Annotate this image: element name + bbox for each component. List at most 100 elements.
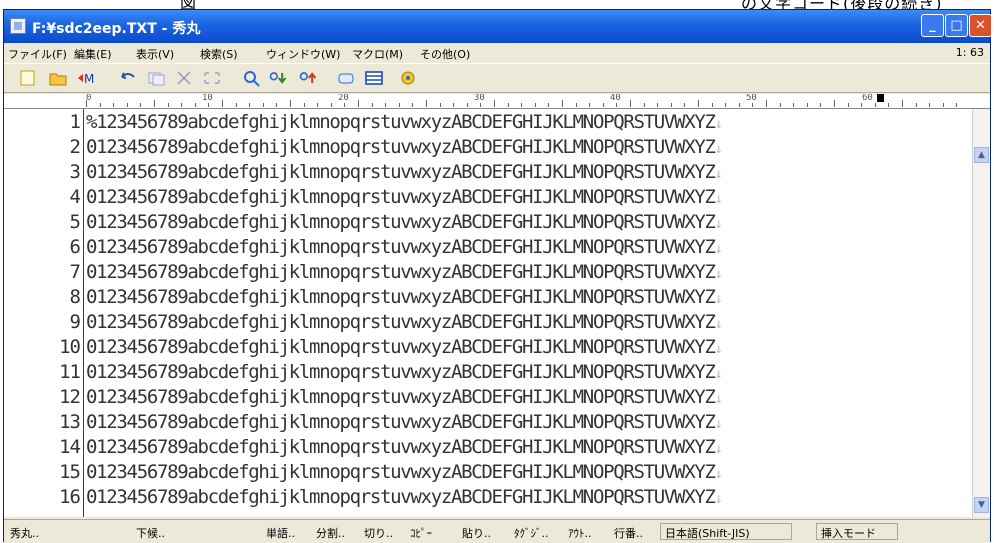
status-tagjump[interactable]: ﾀｸﾞｼﾞ..: [514, 525, 549, 541]
menu-edit[interactable]: 編集(E): [74, 46, 112, 62]
svg-text:M: M: [84, 72, 94, 86]
text-area[interactable]: 1 %123456789abcdefghijklmnopqrstuvwxyzABC…: [4, 109, 972, 517]
title-bar[interactable]: F:¥sdc2eep.TXT - 秀丸 _ □ ✕: [4, 10, 992, 43]
new-file-icon[interactable]: [18, 69, 38, 87]
text-line[interactable]: 8 0123456789abcdefghijklmnopqrstuvwxyzABC…: [4, 287, 964, 307]
ruler-tick: [330, 103, 332, 107]
ruler-tick: [290, 100, 291, 107]
line-text[interactable]: 0123456789abcdefghijklmnopqrstuvwxyzABCD…: [86, 212, 723, 234]
menu-other[interactable]: その他(O): [420, 46, 470, 62]
ruler-tick: [602, 103, 604, 107]
line-content: %123456789abcdefghijklmnopqrstuvwxyzABCD…: [86, 111, 716, 133]
line-text[interactable]: 0123456789abcdefghijklmnopqrstuvwxyzABCD…: [86, 362, 723, 384]
line-text[interactable]: 0123456789abcdefghijklmnopqrstuvwxyzABCD…: [86, 337, 723, 359]
text-line[interactable]: 10 0123456789abcdefghijklmnopqrstuvwxyzAB…: [4, 337, 964, 357]
menu-search[interactable]: 検索(S): [200, 46, 238, 62]
line-number: 11: [59, 361, 81, 383]
end-of-line-mark: ↓: [714, 341, 723, 357]
line-text[interactable]: 0123456789abcdefghijklmnopqrstuvwxyzABCD…: [86, 437, 723, 459]
line-text[interactable]: 0123456789abcdefghijklmnopqrstuvwxyzABCD…: [86, 412, 723, 434]
ruler-tick: [371, 103, 373, 107]
ruler-tick: [222, 100, 223, 107]
text-line[interactable]: 16 0123456789abcdefghijklmnopqrstuvwxyzAB…: [4, 487, 964, 507]
status-line-number[interactable]: 行番..: [614, 525, 643, 541]
line-text[interactable]: 0123456789abcdefghijklmnopqrstuvwxyzABCD…: [86, 287, 723, 309]
text-line[interactable]: 12 0123456789abcdefghijklmnopqrstuvwxyzAB…: [4, 387, 964, 407]
ruler-tick: [235, 103, 237, 107]
app-icon[interactable]: [10, 18, 26, 34]
scroll-up-arrow-icon[interactable]: ▲: [974, 147, 989, 163]
ruler-tick: [670, 103, 672, 107]
text-line[interactable]: 5 0123456789abcdefghijklmnopqrstuvwxyzABC…: [4, 212, 964, 232]
encoding-indicator[interactable]: 日本語(Shift-JIS): [660, 523, 792, 540]
ruler-tick: [140, 103, 142, 107]
status-candidate[interactable]: 下候..: [136, 525, 165, 541]
window-title: F:¥sdc2eep.TXT - 秀丸: [32, 21, 201, 37]
copy-icon[interactable]: [146, 69, 166, 87]
status-split[interactable]: 分割..: [316, 525, 345, 541]
close-button[interactable]: ✕: [969, 14, 992, 37]
status-paste[interactable]: 貼り..: [462, 525, 491, 541]
status-outline[interactable]: ｱｳﾄ..: [568, 525, 592, 541]
paste-icon[interactable]: [202, 69, 222, 87]
find-down-icon[interactable]: [268, 69, 288, 87]
minimize-button[interactable]: _: [921, 14, 944, 37]
status-cut[interactable]: 切り..: [364, 525, 393, 541]
save-icon[interactable]: M: [76, 69, 96, 87]
cut-icon[interactable]: [174, 69, 194, 87]
find-icon[interactable]: [242, 69, 262, 87]
line-text[interactable]: 0123456789abcdefghijklmnopqrstuvwxyzABCD…: [86, 386, 723, 409]
text-line[interactable]: 3 0123456789abcdefghijklmnopqrstuvwxyzABC…: [4, 162, 964, 182]
line-content: 0123456789abcdefghijklmnopqrstuvwxyzABCD…: [86, 386, 716, 408]
maximize-button[interactable]: □: [945, 14, 968, 37]
line-text[interactable]: %123456789abcdefghijklmnopqrstuvwxyzABCD…: [86, 111, 723, 134]
line-text[interactable]: 0123456789abcdefghijklmnopqrstuvwxyzABCD…: [86, 237, 723, 259]
line-text[interactable]: 0123456789abcdefghijklmnopqrstuvwxyzABCD…: [86, 137, 723, 159]
text-line[interactable]: 4 0123456789abcdefghijklmnopqrstuvwxyzABC…: [4, 187, 964, 207]
status-word[interactable]: 単語..: [266, 525, 295, 541]
line-text[interactable]: 0123456789abcdefghijklmnopqrstuvwxyzABCD…: [86, 162, 723, 184]
menu-file[interactable]: ファイル(F): [8, 46, 67, 62]
line-number: 8: [69, 286, 81, 308]
open-folder-icon[interactable]: [48, 69, 68, 87]
vertical-scrollbar[interactable]: ▲ ▼: [972, 109, 990, 517]
ruler-tick: [521, 103, 523, 107]
end-of-line-mark: ↓: [714, 316, 723, 332]
scroll-down-arrow-icon[interactable]: ▼: [974, 497, 989, 513]
menu-view[interactable]: 表示(V): [136, 46, 174, 62]
text-line[interactable]: 6 0123456789abcdefghijklmnopqrstuvwxyzABC…: [4, 237, 964, 257]
text-line[interactable]: 1 %123456789abcdefghijklmnopqrstuvwxyzABC…: [4, 112, 964, 132]
line-text[interactable]: 0123456789abcdefghijklmnopqrstuvwxyzABCD…: [86, 187, 723, 209]
line-text[interactable]: 0123456789abcdefghijklmnopqrstuvwxyzABCD…: [86, 262, 723, 284]
text-line[interactable]: 14 0123456789abcdefghijklmnopqrstuvwxyzAB…: [4, 437, 964, 457]
end-of-line-mark: ↓: [714, 291, 723, 307]
line-text[interactable]: 0123456789abcdefghijklmnopqrstuvwxyzABCD…: [86, 487, 723, 509]
text-line[interactable]: 15 0123456789abcdefghijklmnopqrstuvwxyzAB…: [4, 462, 964, 482]
help-icon[interactable]: [398, 69, 418, 87]
jump-icon[interactable]: [336, 69, 356, 87]
line-number: 10: [59, 336, 81, 358]
ruler-tick: [834, 100, 835, 107]
ruler-tick: [548, 103, 550, 107]
text-line[interactable]: 2 0123456789abcdefghijklmnopqrstuvwxyzABC…: [4, 137, 964, 157]
split-window-icon[interactable]: [364, 69, 384, 87]
ruler-tick: [630, 100, 631, 107]
text-line[interactable]: 11 0123456789abcdefghijklmnopqrstuvwxyzAB…: [4, 362, 964, 382]
find-up-icon[interactable]: [298, 69, 318, 87]
status-hidemaru[interactable]: 秀丸..: [10, 525, 39, 541]
ruler-tick: [820, 103, 822, 107]
undo-icon[interactable]: [118, 69, 138, 87]
line-number: 12: [59, 386, 81, 408]
line-text[interactable]: 0123456789abcdefghijklmnopqrstuvwxyzABCD…: [86, 462, 723, 484]
ruler-tick: [929, 103, 931, 107]
text-line[interactable]: 7 0123456789abcdefghijklmnopqrstuvwxyzABC…: [4, 262, 964, 282]
status-copy[interactable]: ｺﾋﾟｰ: [410, 525, 432, 541]
menu-macro[interactable]: マクロ(M): [352, 46, 403, 62]
text-line[interactable]: 13 0123456789abcdefghijklmnopqrstuvwxyzAB…: [4, 412, 964, 432]
insert-mode-indicator[interactable]: 挿入モード: [816, 523, 898, 540]
line-number: 5: [69, 211, 81, 233]
ruler-tick: [494, 100, 495, 107]
menu-window[interactable]: ウィンドウ(W): [266, 46, 340, 62]
line-text[interactable]: 0123456789abcdefghijklmnopqrstuvwxyzABCD…: [86, 312, 723, 334]
text-line[interactable]: 9 0123456789abcdefghijklmnopqrstuvwxyzABC…: [4, 312, 964, 332]
